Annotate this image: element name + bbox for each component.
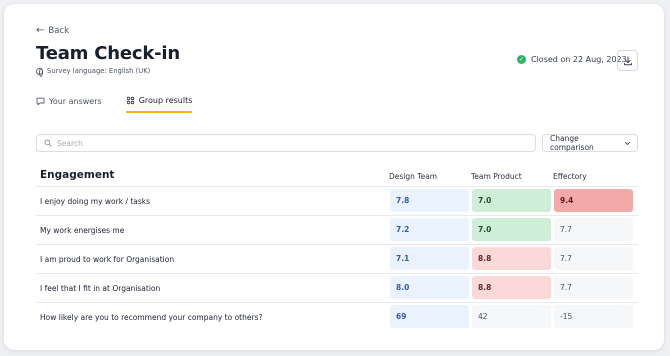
search-input[interactable]: [57, 138, 527, 148]
score-cell: 7.0: [472, 218, 551, 241]
column-header-effectory: Effectory: [553, 172, 587, 181]
score-cell: 7.7: [554, 218, 633, 241]
table-row: How likely are you to recommend your com…: [36, 302, 638, 331]
status-text: Closed on 22 Aug, 2023: [531, 55, 627, 64]
score-cell: 69: [390, 305, 469, 328]
tab-bar: Your answers Group results: [36, 96, 193, 113]
score-cell: 7.2: [390, 218, 469, 241]
column-header-design-team: Design Team: [389, 172, 438, 181]
table-row: I enjoy doing my work / tasks 7.8 7.0 9.…: [36, 186, 638, 215]
page-title: Team Check-in: [36, 43, 180, 64]
results-card: ← Back Team Check-in Survey language: En…: [4, 4, 664, 350]
group-icon: [126, 96, 134, 105]
section-title: Engagement: [40, 169, 115, 181]
score-cell: 7.0: [472, 189, 551, 212]
score-cell: -15: [554, 305, 633, 328]
score-cell: 8.0: [390, 276, 469, 299]
question-text: I feel that I fit in at Organisation: [40, 284, 161, 293]
question-text: My work energises me: [40, 226, 125, 235]
download-button[interactable]: [617, 50, 638, 71]
status-badge: ✓ Closed on 22 Aug, 2023: [517, 55, 627, 64]
score-cell: 7.8: [390, 189, 469, 212]
score-cell: 8.8: [472, 247, 551, 270]
search-box: [36, 134, 536, 152]
tab-your-answers[interactable]: Your answers: [36, 96, 102, 113]
arrow-left-icon: ←: [36, 25, 45, 36]
score-cell: 7.1: [390, 247, 469, 270]
tab-label: Your answers: [49, 97, 102, 106]
check-circle-icon: ✓: [517, 55, 526, 64]
score-cell: 42: [472, 305, 551, 328]
table-row: I feel that I fit in at Organisation 8.0…: [36, 273, 638, 302]
back-link[interactable]: ← Back: [36, 25, 70, 37]
change-comparison-button[interactable]: Change comparison: [542, 134, 638, 152]
tab-group-results[interactable]: Group results: [125, 96, 193, 113]
score-cell: 7.7: [554, 247, 633, 270]
speech-bubble-icon: [36, 97, 45, 106]
globe-icon: [36, 67, 43, 77]
question-text: How likely are you to recommend your com…: [40, 313, 263, 322]
survey-language-text: Survey language: English (UK): [47, 67, 151, 75]
table-row: My work energises me 7.2 7.0 7.7: [36, 215, 638, 244]
score-cell: 8.8: [472, 276, 551, 299]
column-header-team-product: Team Product: [471, 172, 522, 181]
search-icon: [44, 139, 52, 147]
survey-language: Survey language: English (UK): [36, 67, 151, 77]
score-cell: 7.7: [554, 276, 633, 299]
change-comparison-label: Change comparison: [550, 134, 594, 152]
chevron-down-icon: [625, 141, 630, 145]
back-label: Back: [48, 26, 70, 36]
question-text: I enjoy doing my work / tasks: [40, 197, 151, 206]
table-row: I am proud to work for Organisation 7.1 …: [36, 244, 638, 273]
score-cell: 9.4: [554, 189, 633, 212]
tab-label: Group results: [138, 96, 193, 105]
question-text: I am proud to work for Organisation: [40, 255, 175, 264]
download-icon: [623, 56, 632, 65]
